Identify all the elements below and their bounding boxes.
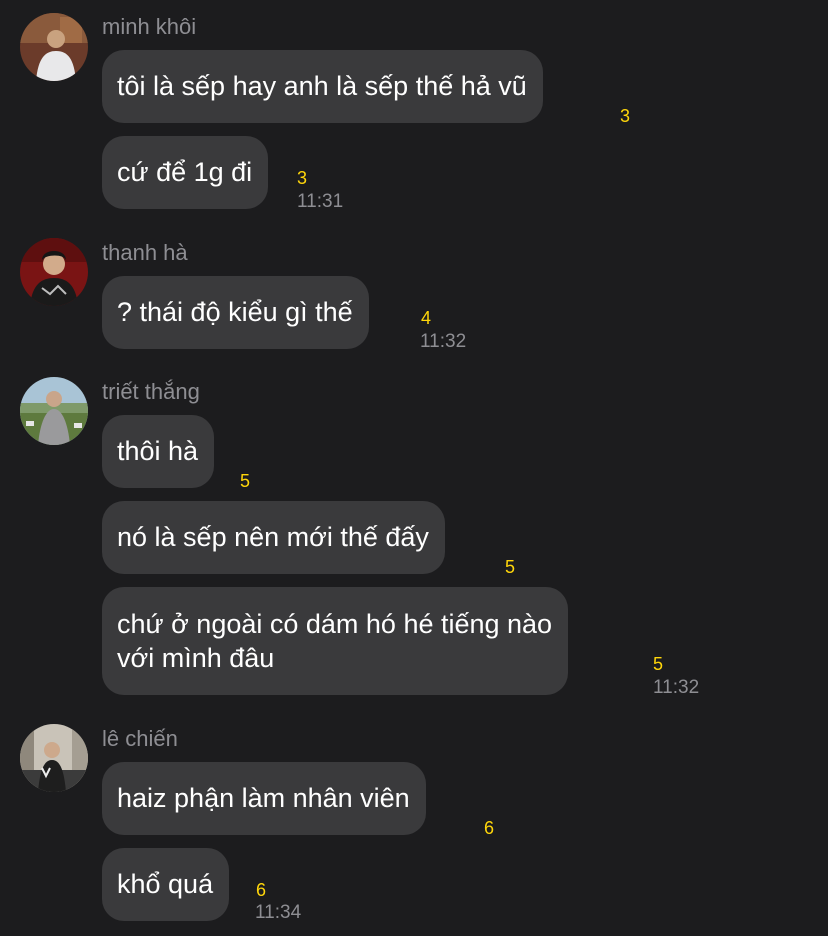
sender-name: thanh hà [102,240,188,265]
reaction-count: 5 [240,471,251,491]
chat-thread: minh khôi tôi là sếp hay anh là sếp thế … [0,0,828,936]
message-bubble[interactable]: haiz phận làm nhân viên [102,762,426,835]
avatar-photo-icon [20,238,88,306]
avatar-le-chien[interactable] [20,724,88,792]
message-text: thôi hà [117,436,199,466]
avatar-minh-khoi[interactable] [20,13,88,81]
message-timestamp: 11:34 [255,902,302,923]
message-bubble[interactable]: thôi hà [102,415,215,488]
message-text: haiz phận làm nhân viên [117,783,410,813]
sender-name: triết thắng [102,379,200,404]
reaction-count: 6 [256,880,267,900]
message-bubble[interactable]: khổ quá [102,848,230,921]
message-text: tôi là sếp hay anh là sếp thế hả vũ [117,71,527,101]
sender-name: lê chiến [102,726,178,751]
message-text: khổ quá [117,869,214,899]
message-timestamp: 11:32 [420,331,467,352]
message-bubble[interactable]: chứ ở ngoài có dám hó hé tiếng nào với m… [102,587,569,695]
message-bubble[interactable]: nó là sếp nên mới thế đấy [102,501,445,574]
message-bubble[interactable]: tôi là sếp hay anh là sếp thế hả vũ [102,50,543,123]
avatar-photo-icon [20,377,88,445]
message-text: ? thái độ kiểu gì thế [117,297,353,327]
message-bubble[interactable]: ? thái độ kiểu gì thế [102,276,369,349]
message-text-line: với mình đâu [117,643,275,673]
avatar-photo-icon [20,724,88,792]
reaction-count: 6 [484,818,495,838]
reaction-count: 5 [653,654,664,674]
reaction-count: 5 [505,557,516,577]
message-timestamp: 11:32 [653,677,700,698]
avatar-triet-thang[interactable] [20,377,88,445]
reaction-count: 3 [297,168,308,188]
sender-name: minh khôi [102,14,197,39]
avatar-thanh-ha[interactable] [20,238,88,306]
message-bubble[interactable]: cứ để 1g đi [102,136,269,209]
message-timestamp: 11:31 [297,191,344,212]
message-text-line: chứ ở ngoài có dám hó hé tiếng nào [117,609,553,639]
reaction-count: 4 [421,308,432,328]
message-text: nó là sếp nên mới thế đấy [117,522,429,552]
message-text: cứ để 1g đi [117,157,253,187]
reaction-count: 3 [620,106,631,126]
avatar-photo-icon [20,13,88,81]
